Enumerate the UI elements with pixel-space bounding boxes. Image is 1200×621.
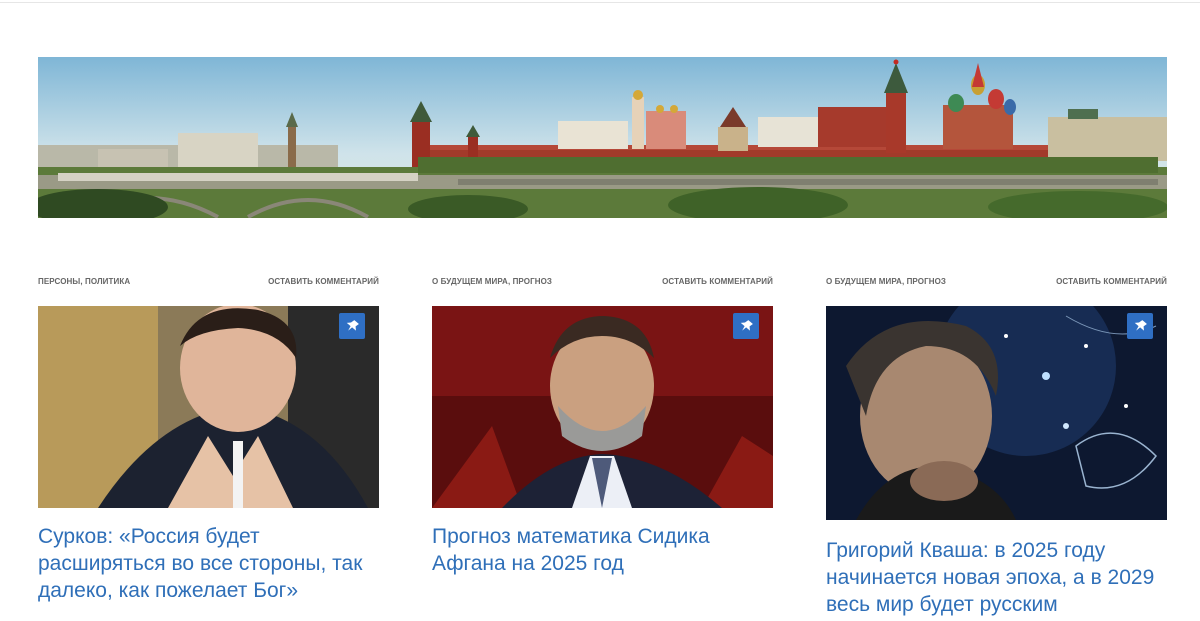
post-categories-link[interactable]: О БУДУЩЕМ МИРА, ПРОГНОЗ <box>432 277 552 286</box>
post-title-link[interactable]: Прогноз математика Сидика Афгана на 2025… <box>432 523 773 577</box>
post-thumbnail[interactable] <box>432 306 773 508</box>
leave-comment-link[interactable]: ОСТАВИТЬ КОММЕНТАРИЙ <box>1056 277 1167 286</box>
post-thumbnail[interactable] <box>826 306 1167 520</box>
sticky-pin-badge[interactable] <box>733 313 759 339</box>
post-thumbnail[interactable] <box>38 306 379 508</box>
sticky-pin-badge[interactable] <box>1127 313 1153 339</box>
pin-icon <box>346 320 359 331</box>
top-divider <box>0 2 1200 3</box>
post-title-link[interactable]: Григорий Кваша: в 2025 году начинается н… <box>826 537 1167 618</box>
portrait-photo <box>38 306 379 508</box>
post-meta: О БУДУЩЕМ МИРА, ПРОГНОЗ ОСТАВИТЬ КОММЕНТ… <box>432 277 773 289</box>
header-banner-image[interactable] <box>38 57 1167 218</box>
sticky-pin-badge[interactable] <box>339 313 365 339</box>
pin-icon <box>1134 320 1147 331</box>
post-title-link[interactable]: Сурков: «Россия будет расширяться во все… <box>38 523 379 604</box>
post-meta: О БУДУЩЕМ МИРА, ПРОГНОЗ ОСТАВИТЬ КОММЕНТ… <box>826 277 1167 289</box>
post-categories-link[interactable]: О БУДУЩЕМ МИРА, ПРОГНОЗ <box>826 277 946 286</box>
kremlin-panorama <box>38 57 1167 218</box>
post-meta: ПЕРСОНЫ, ПОЛИТИКА ОСТАВИТЬ КОММЕНТАРИЙ <box>38 277 379 289</box>
post-categories-link[interactable]: ПЕРСОНЫ, ПОЛИТИКА <box>38 277 130 286</box>
pin-icon <box>740 320 753 331</box>
portrait-photo <box>826 306 1167 520</box>
leave-comment-link[interactable]: ОСТАВИТЬ КОММЕНТАРИЙ <box>268 277 379 286</box>
portrait-photo <box>432 306 773 508</box>
leave-comment-link[interactable]: ОСТАВИТЬ КОММЕНТАРИЙ <box>662 277 773 286</box>
